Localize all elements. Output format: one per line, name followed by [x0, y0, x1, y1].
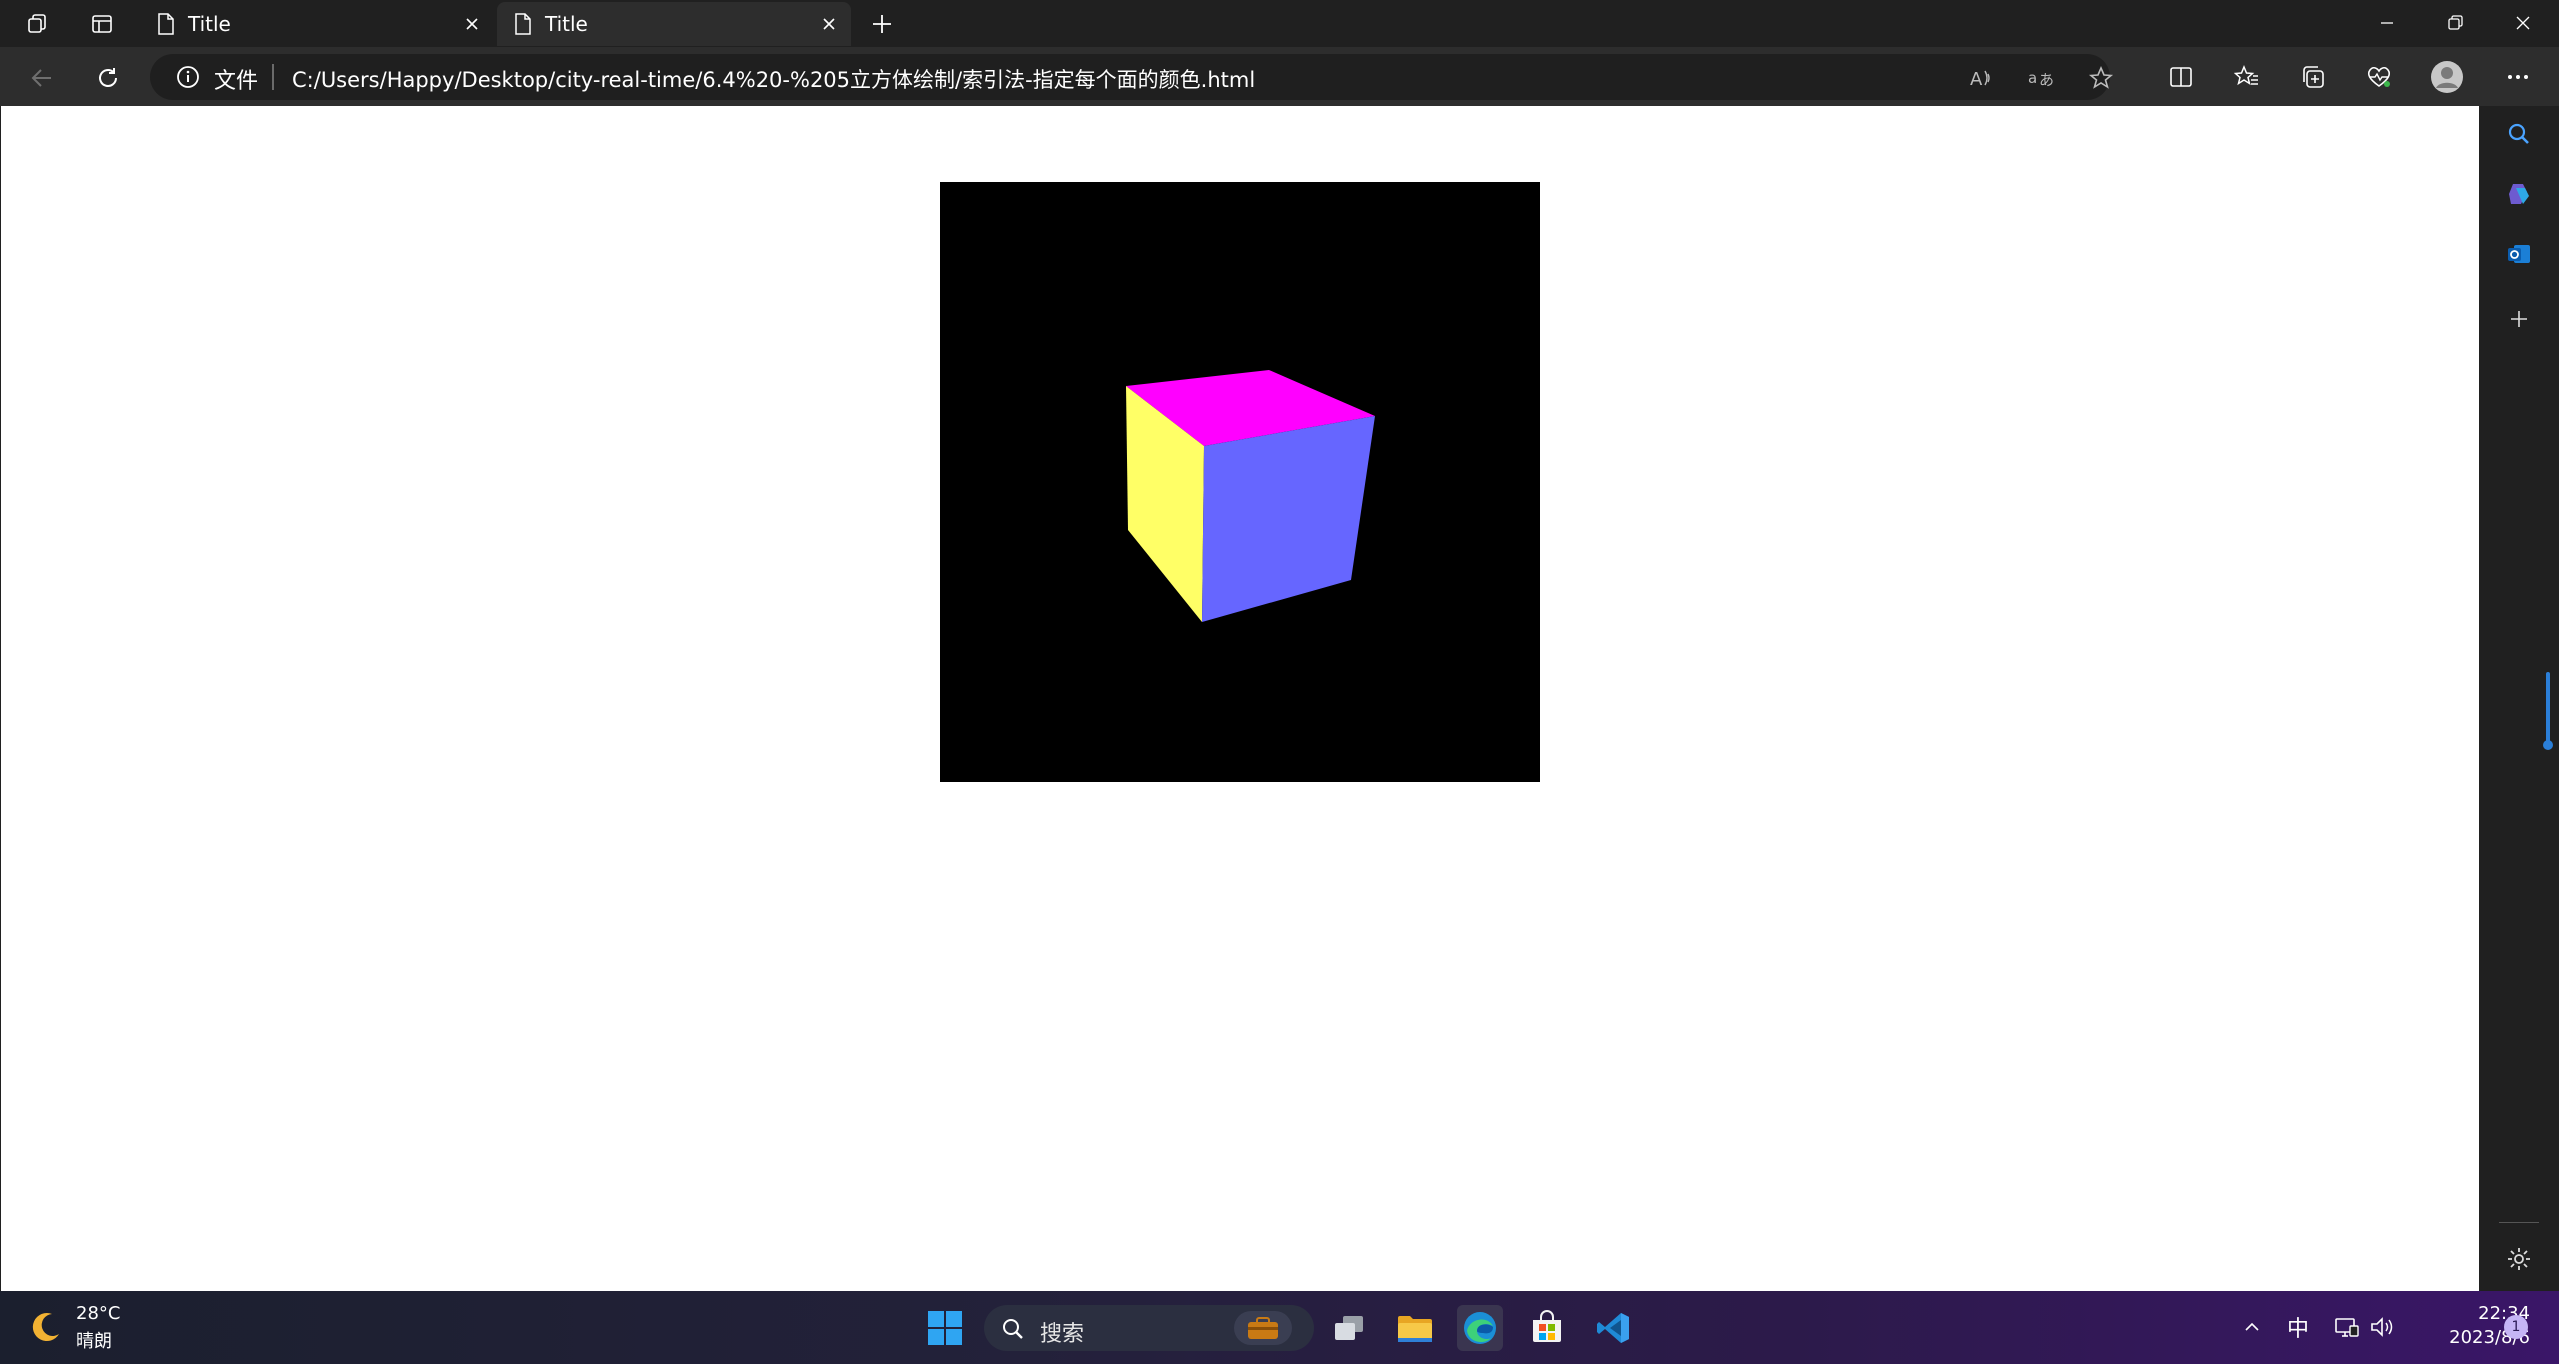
cube-right-face	[1202, 416, 1375, 622]
tab-active[interactable]: Title	[497, 2, 851, 46]
show-hidden-icons[interactable]	[2238, 1313, 2266, 1341]
add-sidebar-app-icon[interactable]	[2501, 301, 2537, 337]
tab-strip: Title Title	[0, 0, 2559, 47]
input-method-indicator[interactable]: 中	[2284, 1313, 2312, 1342]
outlook-icon[interactable]	[2501, 236, 2537, 272]
volume-icon[interactable]	[2368, 1313, 2396, 1341]
scheme-label: 文件	[214, 69, 259, 94]
collections-icon[interactable]	[2295, 59, 2331, 95]
close-tab-icon[interactable]	[460, 12, 484, 36]
svg-text:あ: あ	[2039, 71, 2054, 89]
edge-taskbar-icon[interactable]	[1457, 1305, 1503, 1351]
split-screen-icon[interactable]	[2163, 59, 2199, 95]
navigation-bar: 文件 C:/Users/Happy/Desktop/city-real-time…	[0, 47, 2559, 106]
workspaces-icon[interactable]	[22, 8, 54, 40]
page-icon	[515, 13, 531, 35]
search-placeholder: 搜索	[1040, 1322, 1085, 1347]
web-page	[1, 106, 2479, 1291]
file-explorer-icon[interactable]	[1392, 1305, 1438, 1351]
close-window-button[interactable]	[2489, 0, 2557, 46]
taskbar: 28°C 晴朗 搜索 中 22:34 2023/8/6 1	[0, 1291, 2559, 1364]
search-icon[interactable]	[2501, 116, 2537, 152]
refresh-button[interactable]	[90, 60, 126, 96]
new-tab-button[interactable]	[864, 6, 900, 42]
separator	[272, 64, 274, 90]
tab-inactive[interactable]: Title	[140, 2, 494, 46]
favorite-star-icon[interactable]	[2086, 63, 2116, 93]
scroll-indicator[interactable]	[2546, 672, 2550, 742]
cube-render	[1126, 370, 1375, 622]
tab-title: Title	[545, 12, 588, 36]
webgl-canvas[interactable]	[940, 182, 1540, 782]
microsoft-store-icon[interactable]	[1524, 1305, 1570, 1351]
start-button[interactable]	[922, 1305, 968, 1351]
minimize-button[interactable]	[2353, 0, 2421, 46]
scroll-thumb[interactable]	[2543, 740, 2553, 750]
search-highlight-icon	[1234, 1311, 1292, 1345]
svg-text:A: A	[1970, 69, 1983, 90]
search-icon	[1003, 1319, 1023, 1339]
weather-description[interactable]: 晴朗	[76, 1327, 112, 1353]
restore-button[interactable]	[2421, 0, 2489, 46]
weather-temperature[interactable]: 28°C	[76, 1303, 120, 1324]
copilot-icon[interactable]	[2501, 176, 2537, 212]
sidebar-divider	[2499, 1222, 2539, 1223]
address-bar[interactable]: 文件 C:/Users/Happy/Desktop/city-real-time…	[150, 54, 2114, 100]
vscode-icon[interactable]	[1590, 1305, 1636, 1351]
site-info-icon[interactable]	[176, 65, 200, 89]
read-aloud-icon[interactable]: A	[1966, 63, 1996, 93]
taskbar-search[interactable]: 搜索	[984, 1305, 1314, 1351]
tab-actions-icon[interactable]	[86, 8, 118, 40]
more-options-icon[interactable]	[2500, 59, 2536, 95]
close-tab-icon[interactable]	[817, 12, 841, 36]
page-icon	[158, 13, 174, 35]
profile-avatar[interactable]	[2429, 59, 2465, 95]
translate-icon[interactable]: aあ	[2026, 63, 2056, 93]
network-icon[interactable]	[2332, 1313, 2360, 1341]
browser-essentials-icon[interactable]	[2361, 59, 2397, 95]
svg-text:a: a	[2028, 69, 2037, 87]
screen: Title Title 文件 C:/Users/Happy/Desktop/ci…	[0, 0, 2559, 1364]
moon-icon[interactable]	[28, 1309, 64, 1345]
task-view-icon[interactable]	[1326, 1305, 1372, 1351]
back-button[interactable]	[24, 60, 60, 96]
url-text[interactable]: C:/Users/Happy/Desktop/city-real-time/6.…	[292, 64, 1255, 94]
notification-badge[interactable]: 1	[2504, 1315, 2528, 1339]
tab-title: Title	[188, 12, 231, 36]
sidebar-settings-icon[interactable]	[2501, 1241, 2537, 1277]
favorites-icon[interactable]	[2229, 59, 2265, 95]
